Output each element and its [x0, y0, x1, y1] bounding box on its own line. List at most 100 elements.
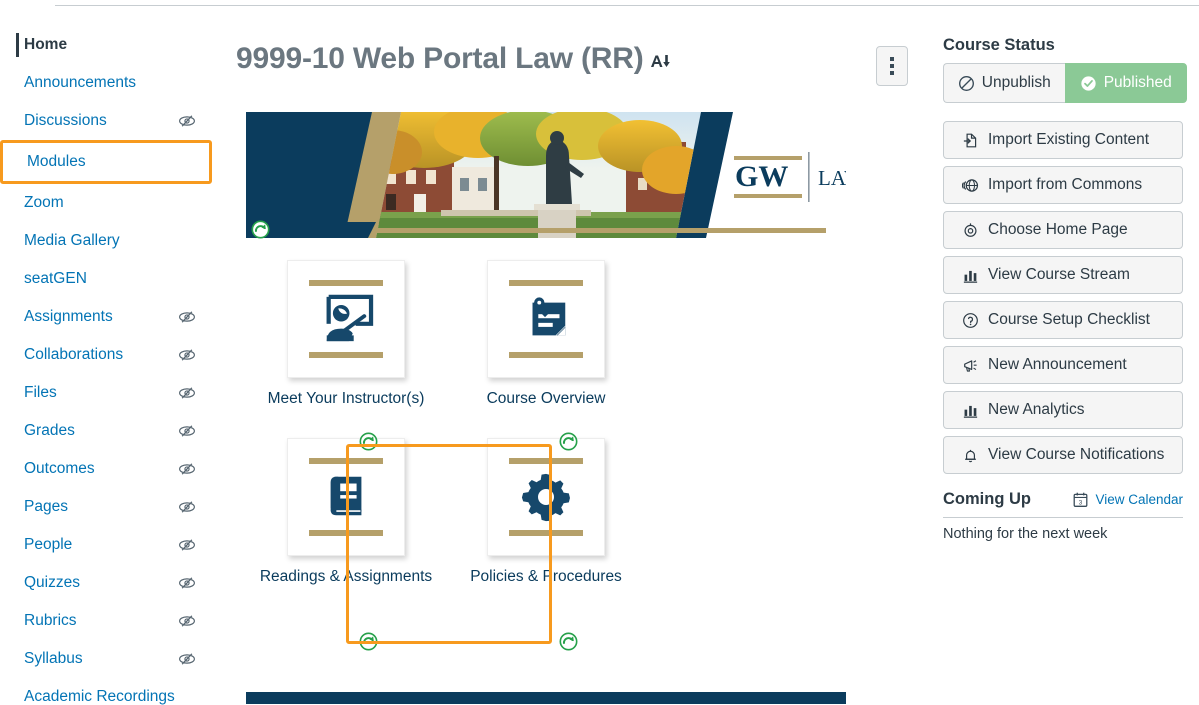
- import-from-commons-button[interactable]: Import from Commons: [943, 166, 1183, 204]
- instructor-presentation-icon: [317, 293, 375, 345]
- tile-row: Readings & Assignments Policies & Proced…: [246, 438, 866, 586]
- choose-home-page-button[interactable]: Choose Home Page: [943, 211, 1183, 249]
- immersive-reader-icon[interactable]: [650, 52, 670, 72]
- sidebar-item-label: seatGEN: [24, 270, 87, 287]
- rail-button-label: Import from Commons: [988, 176, 1143, 193]
- sidebar-item-people[interactable]: People: [0, 526, 222, 564]
- calendar-icon: 3: [1072, 491, 1089, 508]
- sidebar-item-label: Grades: [24, 422, 75, 439]
- page-title: 9999-10 Web Portal Law (RR): [236, 40, 670, 78]
- sidebar-item-label: Pages: [24, 498, 68, 515]
- home-tile[interactable]: Meet Your Instructor(s): [246, 260, 446, 408]
- page-title-text: 9999-10 Web Portal Law (RR): [236, 42, 644, 75]
- course-action-buttons: Import Existing Content Import from Comm…: [943, 121, 1187, 474]
- sidebar-item-assignments[interactable]: Assignments: [0, 298, 222, 336]
- tile-gold-bar-bottom: [309, 530, 383, 536]
- tile-inner: [509, 458, 583, 536]
- banner-brand-primary: GW: [735, 160, 788, 193]
- tile-label: Policies & Procedures: [470, 568, 622, 585]
- coming-up-divider: [943, 517, 1183, 518]
- commons-icon: [962, 177, 979, 194]
- top-divider: [55, 5, 1199, 6]
- view-calendar-link[interactable]: 3 View Calendar: [1072, 491, 1183, 508]
- tile-image[interactable]: [487, 260, 605, 378]
- sidebar-item-announcements[interactable]: Announcements: [0, 64, 222, 102]
- coming-up-header: Coming Up 3 View Calendar: [943, 490, 1183, 509]
- sync-status-icon: [359, 432, 378, 451]
- sidebar-item-quizzes[interactable]: Quizzes: [0, 564, 222, 602]
- question-circle-icon: [962, 312, 979, 329]
- sidebar-item-grades[interactable]: Grades: [0, 412, 222, 450]
- sidebar-item-label: Home: [24, 36, 68, 53]
- new-analytics-button[interactable]: New Analytics: [943, 391, 1183, 429]
- rail-button-label: New Announcement: [988, 356, 1127, 373]
- import-existing-content-button[interactable]: Import Existing Content: [943, 121, 1183, 159]
- sidebar-item-syllabus[interactable]: Syllabus: [0, 640, 222, 678]
- document-pin-icon: [517, 293, 575, 345]
- gw-law-banner-image: GW LAW: [246, 112, 846, 238]
- eye-off-icon: [178, 650, 196, 668]
- tile-label: Course Overview: [486, 390, 606, 407]
- view-calendar-label: View Calendar: [1095, 492, 1183, 507]
- tile-gold-bar-top: [509, 458, 583, 464]
- coming-up-empty-text: Nothing for the next week: [943, 526, 1108, 542]
- view-course-notifications-button[interactable]: View Course Notifications: [943, 436, 1183, 474]
- sidebar-item-academic-recordings[interactable]: Academic Recordings: [0, 678, 222, 705]
- home-page-tiles: Meet Your Instructor(s) Course Overview: [246, 260, 866, 651]
- sidebar-item-collaborations[interactable]: Collaborations: [0, 336, 222, 374]
- sidebar-item-label: Discussions: [24, 112, 107, 129]
- sidebar-item-label: Outcomes: [24, 460, 95, 477]
- gear-icon: [517, 471, 575, 523]
- unpublish-button[interactable]: Unpublish: [943, 63, 1065, 103]
- tile-gold-bar-bottom: [509, 530, 583, 536]
- sidebar-item-seatgen[interactable]: seatGEN: [0, 260, 222, 298]
- home-tile[interactable]: Readings & Assignments: [246, 438, 446, 586]
- sidebar-item-label: Quizzes: [24, 574, 80, 591]
- bar-chart-icon: [962, 402, 979, 419]
- sidebar-item-label: Zoom: [24, 194, 64, 211]
- course-setup-checklist-button[interactable]: Course Setup Checklist: [943, 301, 1183, 339]
- check-circle-icon: [1080, 75, 1097, 92]
- kebab-dot: [890, 64, 894, 68]
- sidebar-item-label: Assignments: [24, 308, 113, 325]
- tile-image[interactable]: [487, 438, 605, 556]
- sidebar-item-rubrics[interactable]: Rubrics: [0, 602, 222, 640]
- bell-icon: [962, 447, 979, 464]
- kebab-dot: [890, 57, 894, 61]
- eye-off-icon: [178, 460, 196, 478]
- tile-inner: [309, 280, 383, 358]
- sidebar-item-home[interactable]: Home: [0, 26, 222, 64]
- tile-gold-bar-bottom: [509, 352, 583, 358]
- sidebar-item-media-gallery[interactable]: Media Gallery: [0, 222, 222, 260]
- new-announcement-button[interactable]: New Announcement: [943, 346, 1183, 384]
- sidebar-item-files[interactable]: Files: [0, 374, 222, 412]
- tile-image[interactable]: [287, 438, 405, 556]
- course-status-heading: Course Status: [943, 36, 1055, 54]
- eye-off-icon: [178, 384, 196, 402]
- course-banner: GW LAW: [246, 112, 846, 239]
- published-button[interactable]: Published: [1064, 63, 1187, 103]
- unpublish-label: Unpublish: [981, 74, 1051, 91]
- coming-up-heading: Coming Up: [943, 490, 1031, 508]
- sidebar-item-modules[interactable]: Modules: [0, 140, 212, 184]
- home-tile[interactable]: Policies & Procedures: [446, 438, 646, 586]
- eye-off-icon: [178, 612, 196, 630]
- tile-image[interactable]: [287, 260, 405, 378]
- bar-chart-icon: [962, 267, 979, 284]
- sidebar-item-label: Rubrics: [24, 612, 77, 629]
- sidebar-item-outcomes[interactable]: Outcomes: [0, 450, 222, 488]
- eye-off-icon: [178, 422, 196, 440]
- sidebar-item-label: People: [24, 536, 73, 553]
- home-tile[interactable]: Course Overview: [446, 260, 646, 408]
- sidebar-item-label: Media Gallery: [24, 232, 120, 249]
- eye-off-icon: [178, 574, 196, 592]
- sidebar-item-label: Academic Recordings: [24, 688, 175, 705]
- rail-button-label: Course Setup Checklist: [988, 311, 1150, 328]
- sidebar-item-discussions[interactable]: Discussions: [0, 102, 222, 140]
- sidebar-item-pages[interactable]: Pages: [0, 488, 222, 526]
- tile-gold-bar-top: [309, 458, 383, 464]
- sidebar-item-zoom[interactable]: Zoom: [0, 184, 222, 222]
- main-content: 9999-10 Web Portal Law (RR) GW LA Meet Y…: [222, 26, 922, 651]
- view-course-stream-button[interactable]: View Course Stream: [943, 256, 1183, 294]
- page-options-kebab-button[interactable]: [876, 46, 908, 86]
